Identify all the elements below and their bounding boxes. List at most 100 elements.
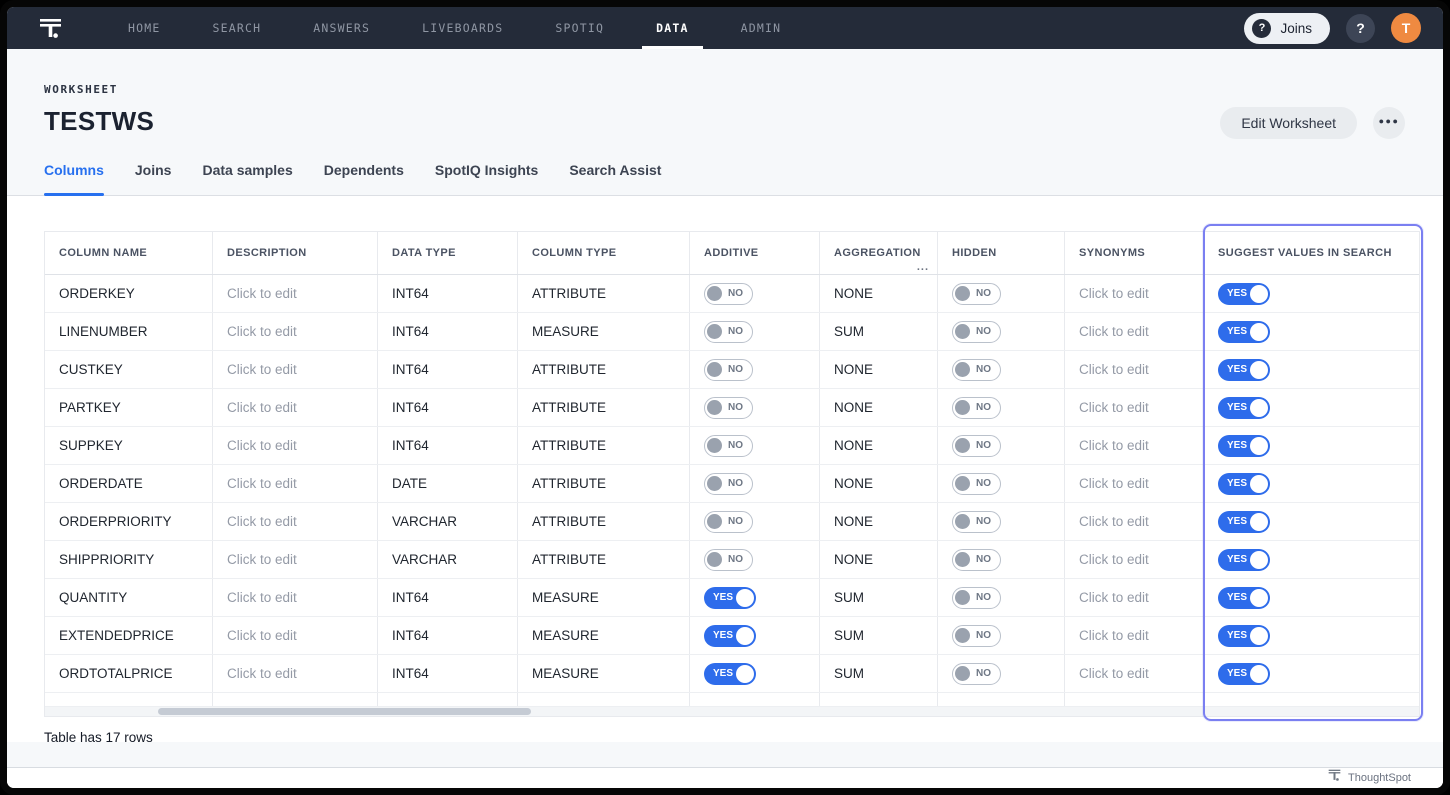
description-cell[interactable]: Click to edit [212,579,377,616]
header-overflow-icon[interactable]: ... [917,261,929,273]
nav-item-spotiq[interactable]: SPOTIQ [549,7,610,49]
hidden-toggle[interactable]: NO [952,472,1001,495]
tab-search-assist[interactable]: Search Assist [569,159,661,195]
aggregation-cell[interactable]: NONE [819,351,937,388]
additive-toggle[interactable]: YES [704,586,756,609]
thoughtspot-logo-icon[interactable] [37,15,64,42]
aggregation-cell[interactable]: SUM [819,579,937,616]
column-type-cell[interactable]: ATTRIBUTE [517,503,689,540]
synonyms-cell[interactable]: Click to edit [1064,351,1203,388]
column-type-cell[interactable]: MEASURE [517,655,689,692]
tab-joins[interactable]: Joins [135,159,172,195]
description-cell[interactable]: Click to edit [212,617,377,654]
suggest-values-toggle[interactable]: YES [1218,396,1270,419]
additive-toggle[interactable]: NO [704,548,753,571]
suggest-values-toggle[interactable]: YES [1218,472,1270,495]
additive-toggle[interactable]: NO [704,358,753,381]
joins-button[interactable]: ? Joins [1244,12,1330,44]
synonyms-cell[interactable]: Click to edit [1064,617,1203,654]
column-type-cell[interactable]: MEASURE [517,617,689,654]
additive-toggle[interactable]: NO [704,472,753,495]
aggregation-cell[interactable]: NONE [819,541,937,578]
table-row: ORDTOTALPRICE Click to edit INT64 MEASUR… [45,655,1419,693]
hidden-toggle[interactable]: NO [952,434,1001,457]
aggregation-cell[interactable]: SUM [819,313,937,350]
suggest-values-toggle[interactable]: YES [1218,548,1270,571]
synonyms-cell[interactable]: Click to edit [1064,275,1203,312]
tab-spotiq-insights[interactable]: SpotIQ Insights [435,159,538,195]
tab-dependents[interactable]: Dependents [324,159,404,195]
nav-item-answers[interactable]: ANSWERS [307,7,376,49]
hidden-toggle[interactable]: NO [952,624,1001,647]
aggregation-cell[interactable]: NONE [819,503,937,540]
hidden-toggle[interactable]: NO [952,358,1001,381]
column-type-cell[interactable]: ATTRIBUTE [517,465,689,502]
synonyms-cell[interactable]: Click to edit [1064,655,1203,692]
column-type-cell[interactable]: MEASURE [517,579,689,616]
hidden-toggle[interactable]: NO [952,548,1001,571]
additive-toggle[interactable]: NO [704,320,753,343]
nav-item-admin[interactable]: ADMIN [735,7,788,49]
suggest-values-toggle[interactable]: YES [1218,282,1270,305]
synonyms-cell[interactable]: Click to edit [1064,427,1203,464]
additive-toggle[interactable]: YES [704,624,756,647]
description-cell[interactable]: Click to edit [212,389,377,426]
column-type-cell[interactable]: MEASURE [517,313,689,350]
synonyms-cell[interactable]: Click to edit [1064,313,1203,350]
hidden-toggle[interactable]: NO [952,662,1001,685]
nav-item-search[interactable]: SEARCH [207,7,268,49]
description-cell[interactable]: Click to edit [212,503,377,540]
hidden-toggle[interactable]: NO [952,320,1001,343]
aggregation-cell[interactable]: SUM [819,617,937,654]
description-cell[interactable]: Click to edit [212,655,377,692]
additive-toggle[interactable]: NO [704,510,753,533]
hidden-toggle[interactable]: NO [952,586,1001,609]
suggest-values-toggle[interactable]: YES [1218,624,1270,647]
user-avatar[interactable]: T [1391,13,1421,43]
nav-item-data[interactable]: DATA [642,7,703,49]
additive-toggle[interactable]: NO [704,282,753,305]
more-options-button[interactable]: ●●● [1373,107,1405,139]
synonyms-cell[interactable]: Click to edit [1064,389,1203,426]
edit-worksheet-button[interactable]: Edit Worksheet [1220,107,1357,139]
synonyms-cell[interactable]: Click to edit [1064,465,1203,502]
column-type-cell[interactable]: ATTRIBUTE [517,275,689,312]
hidden-toggle[interactable]: NO [952,282,1001,305]
column-type-cell[interactable]: ATTRIBUTE [517,389,689,426]
suggest-values-toggle[interactable]: YES [1218,662,1270,685]
description-cell[interactable]: Click to edit [212,465,377,502]
description-cell[interactable]: Click to edit [212,313,377,350]
scrollbar-thumb[interactable] [158,708,531,715]
description-cell[interactable]: Click to edit [212,541,377,578]
synonyms-cell[interactable]: Click to edit [1064,503,1203,540]
nav-item-liveboards[interactable]: LIVEBOARDS [416,7,509,49]
suggest-values-toggle[interactable]: YES [1218,434,1270,457]
additive-toggle[interactable]: YES [704,662,756,685]
aggregation-cell[interactable]: NONE [819,275,937,312]
aggregation-cell[interactable]: NONE [819,427,937,464]
description-cell[interactable]: Click to edit [212,351,377,388]
toggle-label: NO [976,288,991,299]
column-type-cell[interactable]: ATTRIBUTE [517,427,689,464]
synonyms-cell[interactable]: Click to edit [1064,579,1203,616]
help-icon[interactable]: ? [1346,13,1375,43]
tab-columns[interactable]: Columns [44,159,104,196]
nav-item-home[interactable]: HOME [122,7,167,49]
aggregation-cell[interactable]: SUM [819,655,937,692]
suggest-values-toggle[interactable]: YES [1218,358,1270,381]
additive-toggle[interactable]: NO [704,434,753,457]
hidden-toggle[interactable]: NO [952,396,1001,419]
suggest-values-toggle[interactable]: YES [1218,320,1270,343]
hidden-toggle[interactable]: NO [952,510,1001,533]
column-type-cell[interactable]: ATTRIBUTE [517,541,689,578]
additive-toggle[interactable]: NO [704,396,753,419]
suggest-values-toggle[interactable]: YES [1218,510,1270,533]
aggregation-cell[interactable]: NONE [819,465,937,502]
column-type-cell[interactable]: ATTRIBUTE [517,351,689,388]
tab-data-samples[interactable]: Data samples [202,159,292,195]
description-cell[interactable]: Click to edit [212,275,377,312]
suggest-values-toggle[interactable]: YES [1218,586,1270,609]
synonyms-cell[interactable]: Click to edit [1064,541,1203,578]
description-cell[interactable]: Click to edit [212,427,377,464]
aggregation-cell[interactable]: NONE [819,389,937,426]
